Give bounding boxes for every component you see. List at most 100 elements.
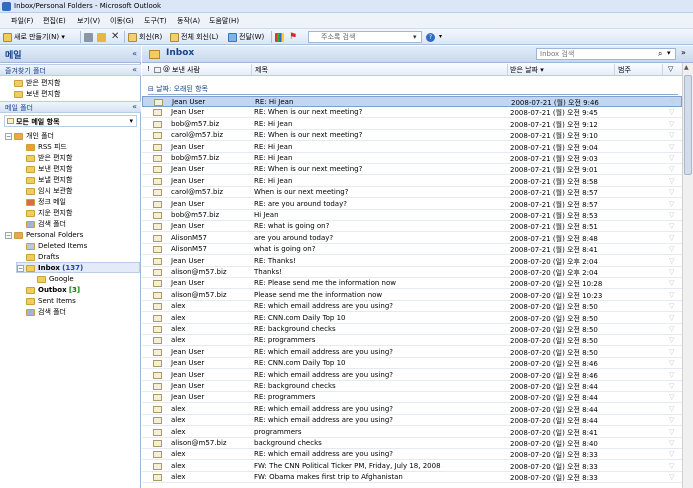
scroll-up-icon[interactable]: ▲ bbox=[684, 64, 689, 71]
collapse-tree-icon[interactable]: − bbox=[5, 231, 12, 239]
flag-icon[interactable]: ▽ bbox=[669, 222, 674, 230]
folder-rss[interactable]: RSS 피드 bbox=[26, 142, 67, 152]
table-row[interactable]: alex programmers 2008-07-20 (일) 오전 8:41 ▽ bbox=[142, 427, 682, 438]
flag-icon[interactable]: ▽ bbox=[669, 143, 674, 151]
reply-button[interactable]: 회신(R) bbox=[128, 31, 162, 43]
table-row[interactable]: carol@m57.biz RE: When is our next meetin… bbox=[142, 130, 682, 142]
mail-folders-header[interactable]: 메일 폴더 « bbox=[0, 101, 141, 113]
move-to-folder-button[interactable] bbox=[97, 31, 108, 43]
table-row[interactable]: alison@m57.biz Thanks! 2008-07-20 (일) 오후 2… bbox=[142, 267, 682, 278]
icon-column-icon[interactable] bbox=[154, 67, 161, 73]
table-row[interactable]: alex RE: which email address are you usin… bbox=[142, 404, 682, 415]
flag-icon[interactable]: ▽ bbox=[669, 302, 674, 310]
table-row[interactable]: alex FW: Obama makes first trip to Afghan… bbox=[142, 472, 682, 484]
table-row[interactable]: Jean User RE: what is going on? 2008-07-21… bbox=[142, 221, 682, 233]
flag-icon[interactable]: ▽ bbox=[669, 382, 674, 390]
categorize-button[interactable] bbox=[275, 31, 286, 43]
forward-button[interactable]: 전달(W) bbox=[228, 31, 264, 43]
table-row[interactable]: Jean User RE: programmers 2008-07-20 (일) 오… bbox=[142, 392, 682, 404]
flag-icon[interactable]: ▽ bbox=[669, 120, 674, 128]
flag-icon[interactable]: ▽ bbox=[669, 428, 674, 436]
importance-column-icon[interactable]: ! bbox=[147, 65, 150, 73]
flag-icon[interactable]: ▽ bbox=[669, 371, 674, 379]
flag-icon[interactable]: ▽ bbox=[669, 314, 674, 322]
collapse-nav-icon[interactable]: « bbox=[132, 49, 137, 58]
date-group-row[interactable]: ⊟ 날짜: 오래된 항목 bbox=[142, 83, 682, 95]
all-mail-items-selector[interactable]: 모든 메일 항목 ▾ bbox=[4, 115, 137, 127]
folder-google[interactable]: Google bbox=[37, 274, 74, 284]
folder-outbox[interactable]: Outbox [3] bbox=[26, 285, 80, 295]
menu-edit[interactable]: 편집(E) bbox=[43, 16, 66, 26]
folder-drafts[interactable]: Drafts bbox=[26, 252, 59, 262]
search-options-icon[interactable]: ▾ bbox=[667, 49, 671, 57]
table-row[interactable]: Jean User RE: are you around today? 2008-0… bbox=[142, 199, 682, 210]
address-book-search-input[interactable]: 주소록 검색 bbox=[308, 31, 422, 43]
table-row[interactable]: alex RE: CNN.com Daily Top 10 2008-07-20 (… bbox=[142, 313, 682, 324]
table-row[interactable]: alison@m57.biz background checks 2008-07-2… bbox=[142, 438, 682, 449]
table-row[interactable]: AlisonM57 what is going on? 2008-07-21 (월)… bbox=[142, 244, 682, 256]
table-row[interactable]: Jean User RE: When is our next meeting? 20… bbox=[142, 107, 682, 119]
table-row[interactable]: alex FW: The CNN Political Ticker PM, Fri… bbox=[142, 461, 682, 472]
flag-icon[interactable]: ▽ bbox=[669, 268, 674, 276]
collapse-favorites-icon[interactable]: « bbox=[132, 65, 137, 74]
menu-help[interactable]: 도움말(H) bbox=[209, 16, 239, 26]
flag-icon[interactable]: ▽ bbox=[669, 325, 674, 333]
folder-outbox-kr[interactable]: 보낼 편지함 bbox=[26, 175, 72, 185]
menu-file[interactable]: 파일(F) bbox=[11, 16, 33, 26]
flag-icon[interactable]: ▽ bbox=[669, 211, 674, 219]
table-row[interactable]: AlisonM57 are you around today? 2008-07-21… bbox=[142, 233, 682, 244]
table-row[interactable]: Jean User RE: which email address are you… bbox=[142, 370, 682, 381]
collapse-mail-folders-icon[interactable]: « bbox=[132, 102, 137, 111]
menu-tools[interactable]: 도구(T) bbox=[144, 16, 167, 26]
menu-actions[interactable]: 동작(A) bbox=[177, 16, 200, 26]
table-row[interactable]: alex RE: which email address are you usin… bbox=[142, 449, 682, 461]
folder-inbox[interactable]: − Inbox (137) bbox=[16, 262, 140, 273]
table-row[interactable]: Jean User RE: Hi Jean 2008-07-21 (월) 오전 8:… bbox=[142, 176, 682, 187]
flag-icon[interactable]: ▽ bbox=[669, 405, 674, 413]
expand-search-icon[interactable]: » bbox=[681, 48, 686, 57]
folder-deleted-items[interactable]: Deleted Items bbox=[26, 241, 87, 251]
table-row[interactable]: Jean User RE: Please send me the informat… bbox=[142, 278, 682, 290]
table-row[interactable]: Jean User RE: Hi Jean 2008-07-21 (월) 오전 9:… bbox=[142, 142, 682, 153]
column-flag-icon[interactable]: ▽ bbox=[668, 65, 673, 73]
table-row[interactable]: Jean User RE: Thanks! 2008-07-20 (일) 오후 2:… bbox=[142, 256, 682, 267]
new-button[interactable]: 새로 만들기(N) ▾ bbox=[3, 31, 65, 43]
favorites-inbox[interactable]: 받은 편지함 bbox=[14, 78, 60, 88]
flag-icon[interactable]: ▽ bbox=[669, 462, 674, 470]
folder-sent-kr[interactable]: 보낸 편지함 bbox=[26, 164, 72, 174]
table-row[interactable]: bob@m57.biz Hi Jean 2008-07-21 (월) 오전 8:53… bbox=[142, 210, 682, 221]
flag-icon[interactable]: ▽ bbox=[669, 257, 674, 265]
flag-icon[interactable]: ▽ bbox=[669, 450, 674, 458]
flag-icon[interactable]: ▽ bbox=[669, 245, 674, 253]
toolbar-options-icon[interactable]: ▾ bbox=[439, 31, 442, 43]
table-row[interactable]: bob@m57.biz RE: Hi Jean 2008-07-21 (월) 오전 … bbox=[142, 153, 682, 164]
flag-icon[interactable]: ▽ bbox=[669, 108, 674, 116]
folder-search-kr[interactable]: 검색 폴더 bbox=[26, 219, 66, 229]
flag-icon[interactable]: ▽ bbox=[669, 359, 674, 367]
attachment-column-icon[interactable]: @ bbox=[163, 65, 170, 73]
table-row[interactable]: Jean User RE: background checks 2008-07-20… bbox=[142, 381, 682, 392]
group-collapse-icon[interactable]: ⊟ bbox=[148, 85, 154, 93]
collapse-tree-icon[interactable]: − bbox=[5, 132, 12, 140]
search-icon[interactable]: ⌕ bbox=[658, 49, 662, 59]
column-received[interactable]: 받은 날짜 ▾ bbox=[510, 65, 544, 75]
flag-icon[interactable]: ▽ bbox=[669, 473, 674, 481]
folder-inbox-kr[interactable]: 받은 편지함 bbox=[26, 153, 72, 163]
table-row[interactable]: alex RE: which email address are you usin… bbox=[142, 301, 682, 313]
flag-icon[interactable]: ▽ bbox=[669, 393, 674, 401]
flag-icon[interactable]: ▽ bbox=[669, 234, 674, 242]
flag-icon[interactable]: ▽ bbox=[669, 279, 674, 287]
follow-up-button[interactable]: ⚑ bbox=[289, 31, 297, 43]
collapse-tree-icon[interactable]: − bbox=[17, 264, 24, 272]
flag-icon[interactable]: ▽ bbox=[669, 348, 674, 356]
table-row[interactable]: alex RE: which email address are you usin… bbox=[142, 415, 682, 427]
column-category[interactable]: 범주 bbox=[618, 65, 631, 75]
table-row[interactable]: bob@m57.biz RE: Hi Jean 2008-07-21 (월) 오전 … bbox=[142, 119, 682, 130]
menu-view[interactable]: 보기(V) bbox=[77, 16, 100, 26]
flag-icon[interactable]: ▽ bbox=[669, 336, 674, 344]
table-row[interactable]: Jean User RE: CNN.com Daily Top 10 2008-07… bbox=[142, 358, 682, 370]
flag-icon[interactable]: ▽ bbox=[669, 200, 674, 208]
flag-icon[interactable]: ▽ bbox=[669, 188, 674, 196]
column-subject[interactable]: 제목 bbox=[255, 65, 268, 75]
flag-icon[interactable]: ▽ bbox=[669, 165, 674, 173]
